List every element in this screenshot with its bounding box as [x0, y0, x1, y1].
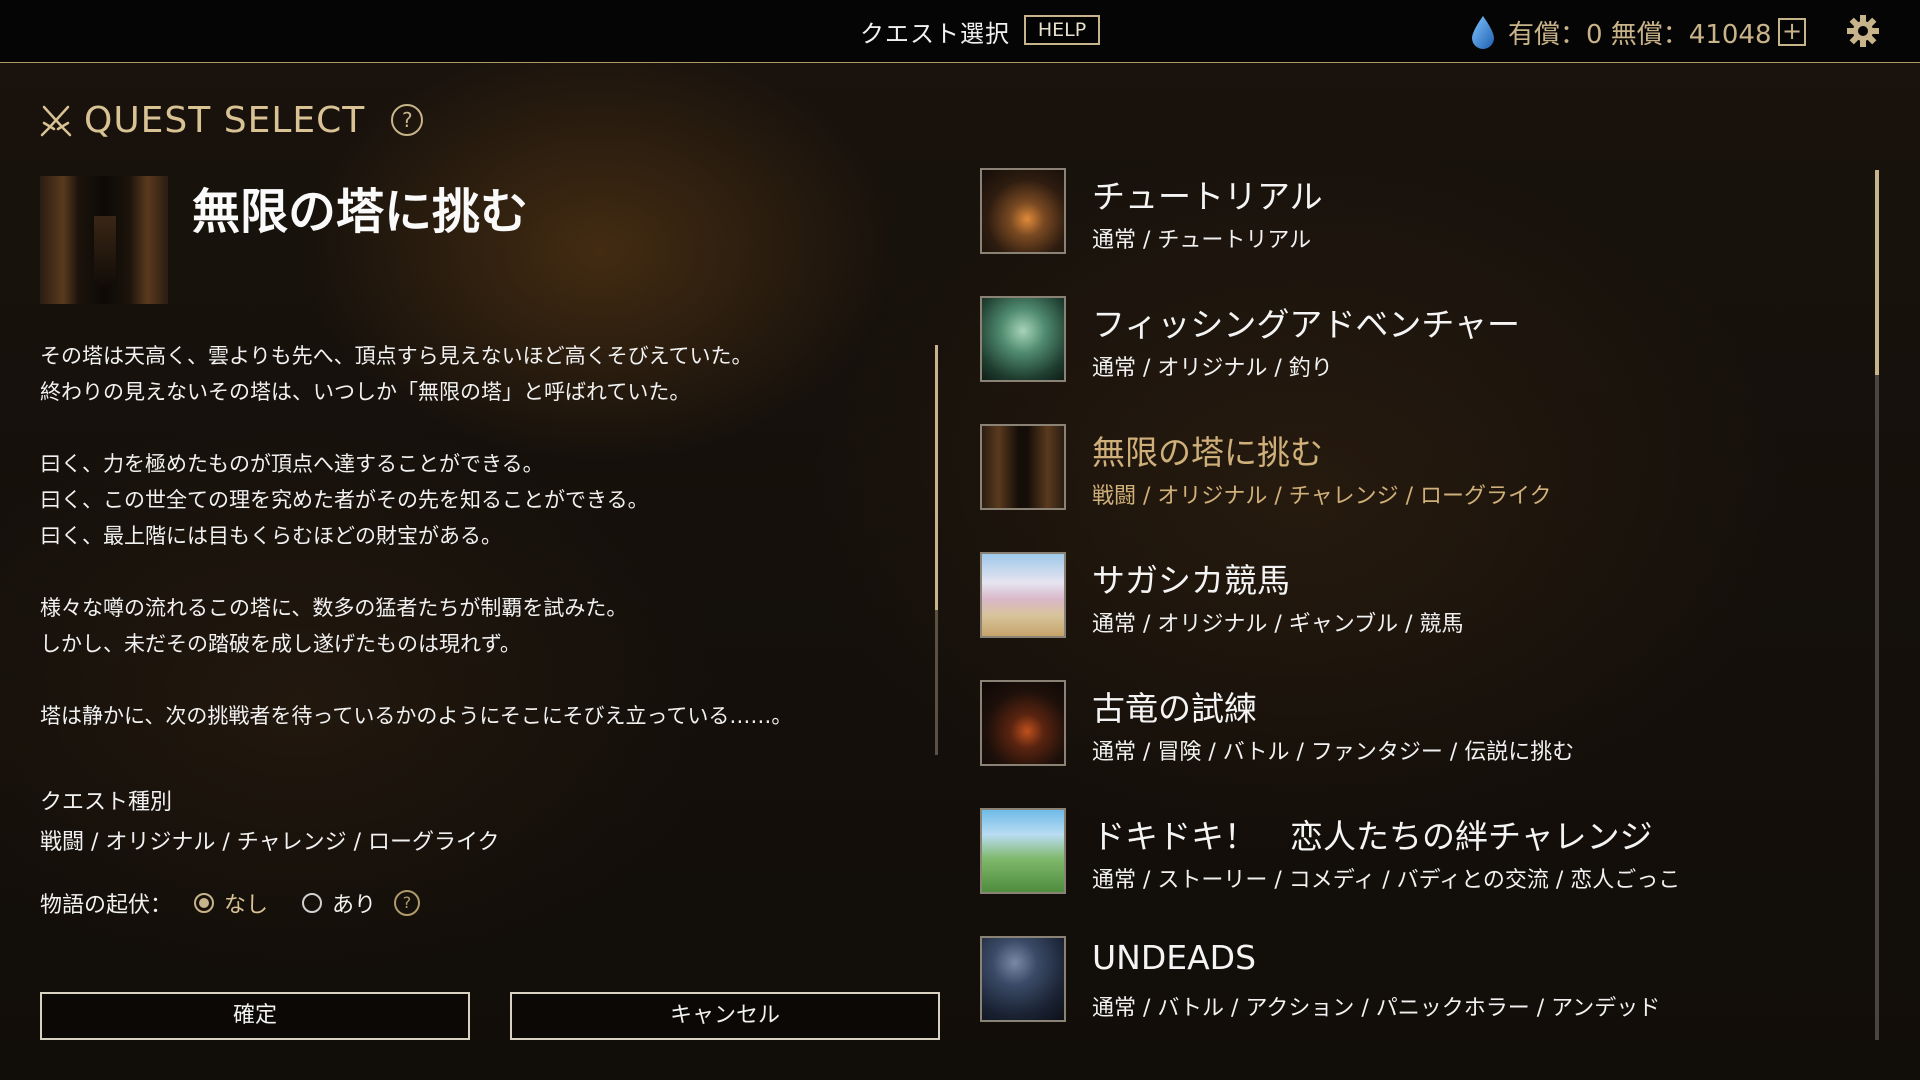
- description-scrollbar-thumb[interactable]: [935, 345, 938, 610]
- quest-description: その塔は天高く、雲よりも先へ、頂点すら見えないほど高くそびえていた。 終わりの見…: [40, 338, 920, 734]
- description-line: [40, 662, 920, 698]
- quest-tags: 戦闘 / オリジナル / チャレンジ / ローグライク: [1092, 484, 1552, 509]
- quest-list: チュートリアル 通常 / チュートリアル フィッシングアドベンチャー 通常 / …: [980, 166, 1860, 1062]
- quest-item-infinite-tower[interactable]: 無限の塔に挑む 戦闘 / オリジナル / チャレンジ / ローグライク: [980, 422, 1860, 550]
- quest-thumbnail: [980, 936, 1066, 1022]
- radio-label-yes: あり: [332, 893, 377, 918]
- description-line: 終わりの見えないその塔は、いつしか「無限の塔」と呼ばれていた。: [40, 380, 691, 404]
- currency-display: 有償：0 無償：41048: [1470, 12, 1772, 52]
- cancel-button[interactable]: キャンセル: [510, 992, 940, 1040]
- description-line: 様々な噂の流れるこの塔に、数多の猛者たちが制覇を試みた。: [40, 596, 628, 620]
- description-line: [40, 554, 920, 590]
- quest-select-header: QUEST SELECT ?: [40, 98, 424, 142]
- quest-list-scrollbar-thumb[interactable]: [1875, 170, 1879, 375]
- quest-thumbnail: [980, 552, 1066, 638]
- radio-option-yes[interactable]: あり: [302, 887, 376, 919]
- help-button[interactable]: HELP: [1024, 15, 1100, 45]
- quest-detail-title: 無限の塔に挑む: [192, 184, 529, 240]
- page-title: QUEST SELECT: [84, 99, 366, 141]
- quest-tags: 通常 / オリジナル / 釣り: [1092, 356, 1333, 381]
- quest-tags: 通常 / 冒険 / バトル / ファンタジー / 伝説に挑む: [1092, 740, 1575, 765]
- description-line: 曰く、この世全ての理を究めた者がその先を知ることができる。: [40, 488, 649, 512]
- quest-thumbnail: [980, 168, 1066, 254]
- quest-tags: 通常 / ストーリー / コメディ / バディとの交流 / 恋人ごっこ: [1092, 868, 1681, 893]
- quest-thumbnail: [980, 424, 1066, 510]
- quest-thumbnail: [980, 808, 1066, 894]
- description-line: その塔は天高く、雲よりも先へ、頂点すら見えないほど高くそびえていた。: [40, 344, 753, 368]
- quest-name: チュートリアル: [1092, 177, 1323, 216]
- description-line: 塔は静かに、次の挑戦者を待っているかのようにそこにそびえ立っている……。: [40, 704, 793, 728]
- description-line: 曰く、力を極めたものが頂点へ達することができる。: [40, 452, 544, 476]
- drop-icon: [1472, 16, 1494, 49]
- quest-name: ドキドキ！ 恋人たちの絆チャレンジ: [1092, 817, 1653, 856]
- quest-name: UNDEADS: [1092, 938, 1257, 977]
- currency-text: 有償：0 無償：41048: [1508, 19, 1772, 50]
- quest-tags: 通常 / オリジナル / ギャンブル / 競馬: [1092, 612, 1464, 637]
- quest-name: フィッシングアドベンチャー: [1092, 305, 1521, 344]
- quest-tags: 通常 / チュートリアル: [1092, 228, 1312, 253]
- radio-option-none[interactable]: なし: [194, 887, 268, 919]
- screen-title: クエスト選択: [860, 20, 1010, 48]
- quest-thumbnail: [980, 296, 1066, 382]
- quest-item-horse-race[interactable]: サガシカ競馬 通常 / オリジナル / ギャンブル / 競馬: [980, 550, 1860, 678]
- quest-item-fishing[interactable]: フィッシングアドベンチャー 通常 / オリジナル / 釣り: [980, 294, 1860, 422]
- crossed-swords-icon: [40, 105, 72, 137]
- story-rise-setting: 物語の起伏： なし あり ?: [40, 887, 421, 919]
- quest-item-undeads[interactable]: UNDEADS 通常 / バトル / アクション / パニックホラー / アンデ…: [980, 934, 1860, 1062]
- gear-icon[interactable]: [1846, 14, 1880, 48]
- quest-item-tutorial[interactable]: チュートリアル 通常 / チュートリアル: [980, 166, 1860, 294]
- description-line: しかし、未だその踏破を成し遂げたものは現れず。: [40, 632, 521, 656]
- quest-item-lovers-challenge[interactable]: ドキドキ！ 恋人たちの絆チャレンジ 通常 / ストーリー / コメディ / バデ…: [980, 806, 1860, 934]
- quest-name: サガシカ競馬: [1092, 561, 1290, 600]
- description-line: 曰く、最上階には目もくらむほどの財宝がある。: [40, 524, 502, 548]
- top-bar: クエスト選択 HELP 有償：0 無償：41048 +: [0, 0, 1920, 63]
- story-rise-label: 物語の起伏：: [40, 893, 173, 918]
- confirm-button[interactable]: 確定: [40, 992, 470, 1040]
- radio-button-none[interactable]: [194, 893, 215, 913]
- help-icon[interactable]: ?: [391, 104, 424, 136]
- story-rise-help-icon[interactable]: ?: [394, 890, 421, 916]
- radio-button-yes[interactable]: [302, 893, 323, 913]
- radio-label-none: なし: [224, 893, 269, 918]
- quest-type-label: クエスト種別: [40, 790, 173, 815]
- quest-name: 無限の塔に挑む: [1092, 433, 1323, 472]
- quest-tags: 通常 / バトル / アクション / パニックホラー / アンデッド: [1092, 996, 1661, 1021]
- quest-name: 古竜の試練: [1092, 689, 1257, 728]
- description-line: [40, 410, 920, 446]
- add-currency-button[interactable]: +: [1778, 18, 1806, 46]
- quest-type-value: 戦闘 / オリジナル / チャレンジ / ローグライク: [40, 830, 500, 855]
- quest-thumbnail: [980, 680, 1066, 766]
- quest-thumbnail-large: [40, 176, 168, 304]
- quest-item-ancient-dragon[interactable]: 古竜の試練 通常 / 冒険 / バトル / ファンタジー / 伝説に挑む: [980, 678, 1860, 806]
